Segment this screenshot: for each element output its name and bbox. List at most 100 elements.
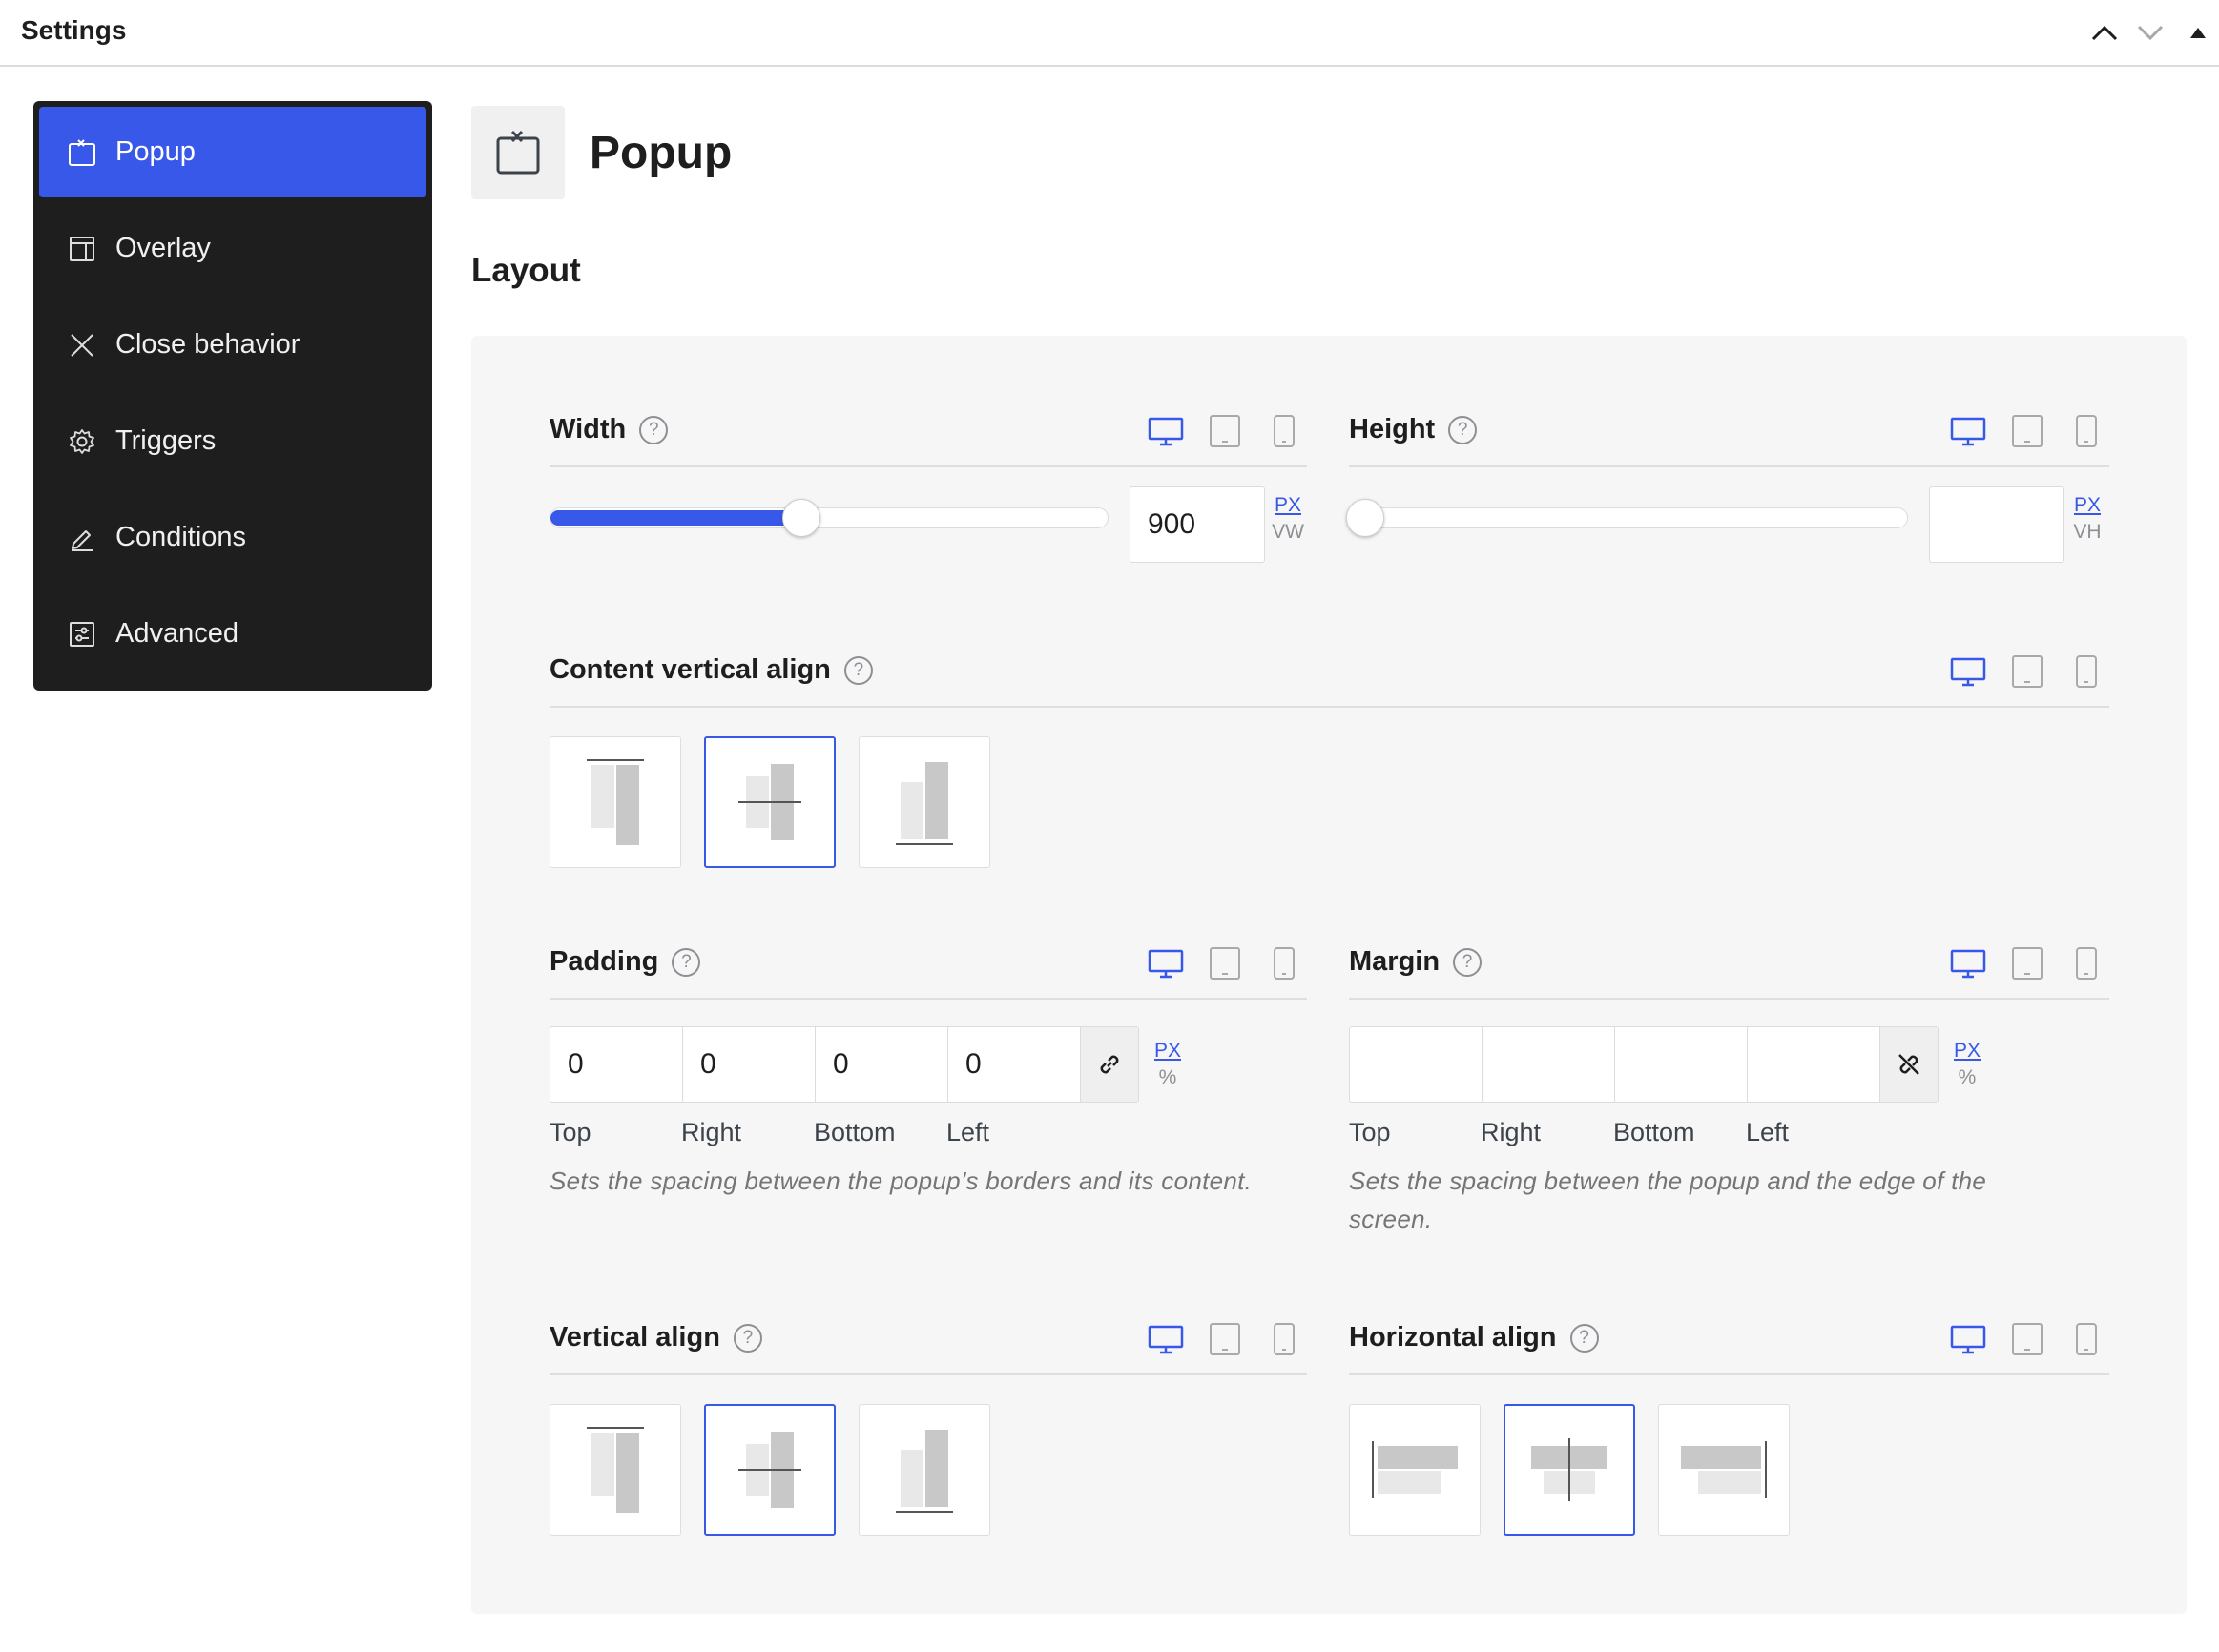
device-switcher bbox=[1143, 408, 1307, 454]
mobile-icon[interactable] bbox=[2063, 408, 2109, 454]
mobile-icon[interactable] bbox=[2063, 940, 2109, 986]
settings-title: Settings bbox=[21, 15, 127, 45]
unit-px[interactable]: PX bbox=[1948, 1038, 1986, 1064]
sidebar-item-popup[interactable]: Popup bbox=[39, 107, 426, 197]
settings-header: Settings bbox=[0, 0, 2219, 67]
tablet-icon[interactable] bbox=[2004, 1316, 2050, 1362]
vertical-align-control: Vertical align? bbox=[550, 1312, 1307, 1551]
control-label: Margin bbox=[1349, 946, 1441, 977]
padding-top-input[interactable]: 0 bbox=[550, 1027, 683, 1102]
align-center-option[interactable] bbox=[704, 736, 836, 868]
unit-vw[interactable]: VW bbox=[1269, 519, 1307, 546]
sidebar-item-label: Advanced bbox=[115, 618, 238, 649]
chevron-down-icon[interactable] bbox=[2131, 13, 2169, 52]
device-switcher bbox=[1945, 940, 2109, 986]
margin-bottom-input[interactable] bbox=[1615, 1027, 1748, 1102]
side-label: Left bbox=[1746, 1118, 1790, 1146]
height-input[interactable] bbox=[1929, 486, 2064, 563]
sidebar-item-triggers[interactable]: Triggers bbox=[39, 396, 426, 486]
tablet-icon[interactable] bbox=[2004, 408, 2050, 454]
margin-right-input[interactable] bbox=[1483, 1027, 1615, 1102]
control-label: Height bbox=[1349, 414, 1436, 444]
padding-inputs: 0 0 0 0 bbox=[550, 1026, 1139, 1103]
control-header: Padding? bbox=[550, 937, 1307, 1000]
align-top-option[interactable] bbox=[550, 736, 681, 868]
control-label: Vertical align bbox=[550, 1322, 720, 1353]
desktop-icon[interactable] bbox=[1143, 940, 1189, 986]
desktop-icon[interactable] bbox=[1143, 1316, 1189, 1362]
align-left-option[interactable] bbox=[1349, 1404, 1481, 1536]
unit-percent[interactable]: % bbox=[1149, 1064, 1187, 1091]
close-icon bbox=[66, 329, 98, 361]
help-icon[interactable]: ? bbox=[733, 1323, 762, 1353]
slider-thumb[interactable] bbox=[1346, 499, 1384, 537]
width-slider[interactable] bbox=[550, 499, 1109, 537]
align-top-option[interactable] bbox=[550, 1404, 681, 1536]
unit-px[interactable]: PX bbox=[1269, 492, 1307, 519]
desktop-icon[interactable] bbox=[1945, 408, 1991, 454]
height-slider[interactable] bbox=[1346, 499, 1908, 537]
help-icon[interactable]: ? bbox=[1453, 947, 1483, 977]
unit-px[interactable]: PX bbox=[1149, 1038, 1187, 1064]
slider-thumb[interactable] bbox=[782, 499, 820, 537]
side-label: Right bbox=[681, 1118, 742, 1146]
side-label: Top bbox=[1349, 1118, 1391, 1146]
collapse-toggle-icon[interactable] bbox=[2179, 13, 2217, 52]
align-right-option[interactable] bbox=[1658, 1404, 1790, 1536]
desktop-icon[interactable] bbox=[1945, 649, 1991, 694]
mobile-icon[interactable] bbox=[1261, 1316, 1307, 1362]
desktop-icon[interactable] bbox=[1143, 408, 1189, 454]
unlink-icon[interactable] bbox=[1880, 1027, 1938, 1102]
margin-left-input[interactable] bbox=[1748, 1027, 1880, 1102]
sidebar-item-conditions[interactable]: Conditions bbox=[39, 492, 426, 583]
unit-px[interactable]: PX bbox=[2068, 492, 2106, 519]
padding-control: Padding? 0 0 0 0 PX % Top Right Bottom L… bbox=[550, 937, 1307, 1223]
sidebar-item-close-behavior[interactable]: Close behavior bbox=[39, 299, 426, 390]
sidebar-item-overlay[interactable]: Overlay bbox=[39, 203, 426, 294]
control-header: Width? bbox=[550, 404, 1307, 467]
padding-left-input[interactable]: 0 bbox=[948, 1027, 1081, 1102]
align-bottom-option[interactable] bbox=[859, 1404, 990, 1536]
margin-description: Sets the spacing between the popup and t… bbox=[1349, 1167, 1987, 1233]
sidebar-item-label: Triggers bbox=[115, 425, 217, 456]
padding-units: PX % bbox=[1149, 1038, 1187, 1091]
align-center-horizontal-option[interactable] bbox=[1504, 1404, 1635, 1536]
sidebar-item-label: Conditions bbox=[115, 522, 247, 552]
tablet-icon[interactable] bbox=[1202, 1316, 1248, 1362]
unit-vh[interactable]: VH bbox=[2068, 519, 2106, 546]
help-icon[interactable]: ? bbox=[672, 947, 701, 977]
padding-label: Padding? bbox=[550, 946, 701, 978]
help-icon[interactable]: ? bbox=[639, 415, 669, 444]
tablet-icon[interactable] bbox=[1202, 940, 1248, 986]
help-icon[interactable]: ? bbox=[843, 655, 873, 685]
tablet-icon[interactable] bbox=[2004, 940, 2050, 986]
page-header: Popup bbox=[471, 105, 732, 200]
device-switcher bbox=[1945, 649, 2109, 694]
control-header: Content vertical align? bbox=[550, 645, 2109, 708]
tablet-icon[interactable] bbox=[2004, 649, 2050, 694]
align-top-icon bbox=[587, 759, 644, 845]
link-icon[interactable] bbox=[1081, 1027, 1138, 1102]
help-icon[interactable]: ? bbox=[1569, 1323, 1599, 1353]
content-vertical-align-label: Content vertical align? bbox=[550, 654, 873, 686]
side-label: Bottom bbox=[814, 1118, 896, 1146]
mobile-icon[interactable] bbox=[1261, 940, 1307, 986]
padding-bottom-input[interactable]: 0 bbox=[816, 1027, 948, 1102]
tablet-icon[interactable] bbox=[1202, 408, 1248, 454]
align-bottom-option[interactable] bbox=[859, 736, 990, 868]
unit-percent[interactable]: % bbox=[1948, 1064, 1986, 1091]
padding-right-input[interactable]: 0 bbox=[683, 1027, 816, 1102]
sidebar-item-label: Overlay bbox=[115, 233, 211, 263]
mobile-icon[interactable] bbox=[2063, 1316, 2109, 1362]
desktop-icon[interactable] bbox=[1945, 1316, 1991, 1362]
sidebar-item-advanced[interactable]: Advanced bbox=[39, 589, 426, 679]
width-input[interactable]: 900 bbox=[1130, 486, 1265, 563]
align-center-option[interactable] bbox=[704, 1404, 836, 1536]
margin-top-input[interactable] bbox=[1350, 1027, 1483, 1102]
device-switcher bbox=[1143, 1316, 1307, 1362]
mobile-icon[interactable] bbox=[2063, 649, 2109, 694]
help-icon[interactable]: ? bbox=[1448, 415, 1478, 444]
desktop-icon[interactable] bbox=[1945, 940, 1991, 986]
mobile-icon[interactable] bbox=[1261, 408, 1307, 454]
chevron-up-icon[interactable] bbox=[2085, 13, 2124, 52]
